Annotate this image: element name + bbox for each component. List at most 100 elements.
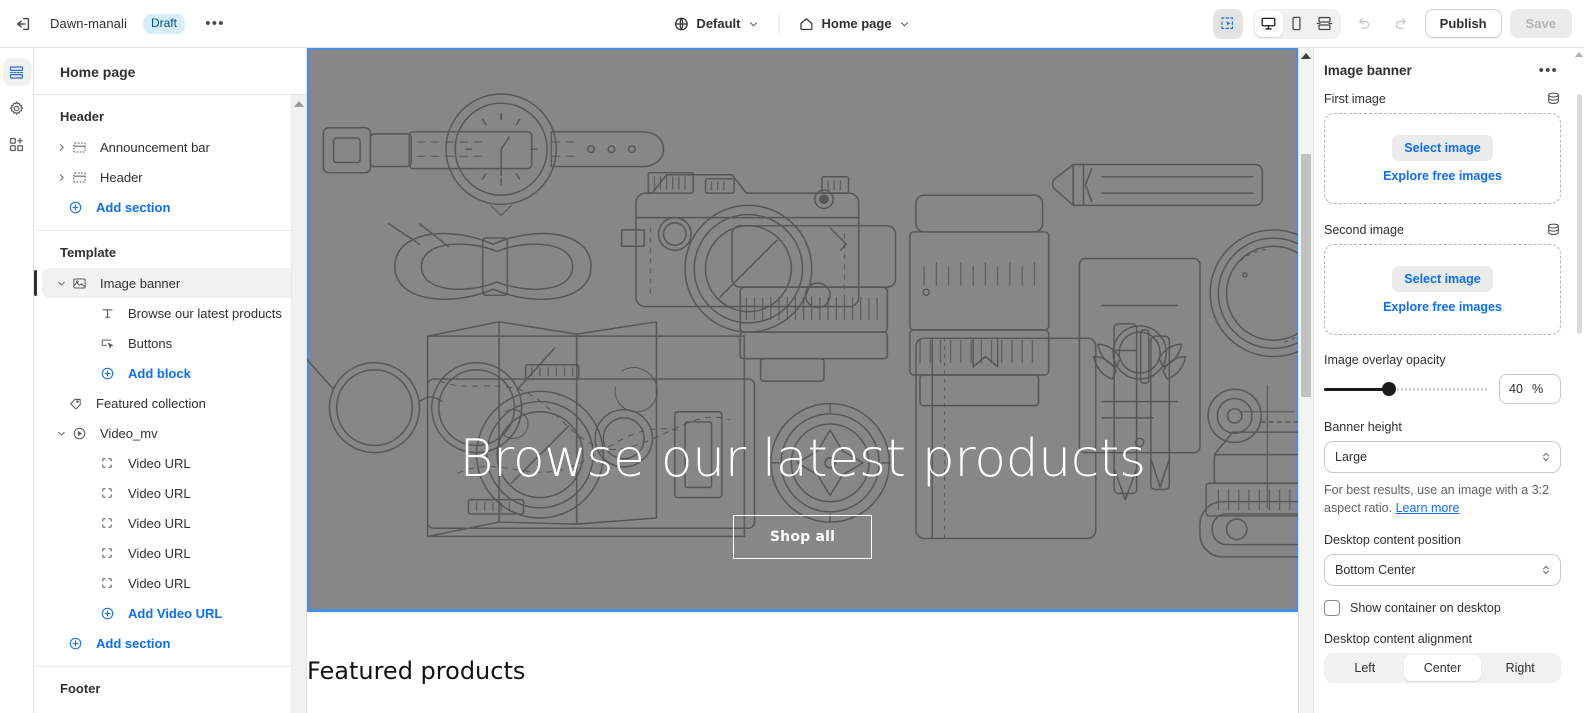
- sidebar-item-header[interactable]: Header: [42, 162, 298, 192]
- sidebar-item-label: Video URL: [128, 485, 191, 501]
- more-options-button[interactable]: •••: [201, 10, 229, 38]
- panel-title: Image banner: [1324, 63, 1412, 78]
- chevron-right-icon[interactable]: [54, 142, 68, 153]
- settings-panel-scrollbar-thumb[interactable]: [1577, 94, 1582, 334]
- scroll-up-arrow-icon[interactable]: [1575, 52, 1583, 57]
- chevron-down-icon: [899, 18, 911, 30]
- block-icon: [100, 546, 120, 560]
- rail-sections-button[interactable]: [2, 58, 31, 86]
- overlay-opacity-row: %: [1324, 374, 1561, 404]
- page-selector[interactable]: Home page: [789, 11, 919, 37]
- settings-panel-header: Image banner •••: [1314, 48, 1575, 91]
- exit-icon[interactable]: [8, 9, 38, 39]
- block-icon: [100, 456, 120, 470]
- chevron-down-icon[interactable]: [54, 428, 68, 439]
- redo-icon[interactable]: [1387, 9, 1417, 39]
- home-icon: [798, 16, 814, 32]
- dynamic-source-icon[interactable]: [1546, 222, 1561, 237]
- sidebar-block-video-url[interactable]: Video URL: [42, 478, 298, 508]
- align-right-button[interactable]: Right: [1481, 655, 1559, 681]
- sidebar-item-featured-collection[interactable]: Featured collection: [42, 388, 298, 418]
- shop-all-button[interactable]: Shop all: [732, 515, 873, 559]
- block-icon: [100, 576, 120, 590]
- select-first-image-button[interactable]: Select image: [1392, 134, 1493, 161]
- add-section-button-template[interactable]: Add section: [42, 628, 298, 658]
- sidebar-block-buttons[interactable]: Buttons: [42, 328, 298, 358]
- chevron-down-icon[interactable]: [54, 278, 68, 289]
- show-container-row[interactable]: Show container on desktop: [1324, 600, 1561, 617]
- rail-settings-button[interactable]: [3, 94, 31, 122]
- featured-products-section[interactable]: Featured products: [307, 611, 1298, 685]
- image-icon: [72, 276, 92, 291]
- banner-heading[interactable]: Browse our latest products: [459, 429, 1146, 489]
- inspect-selection-icon[interactable]: [1212, 8, 1243, 39]
- banner-height-field: Banner height Large For best results, us…: [1314, 420, 1575, 517]
- viewport-desktop-button[interactable]: [1254, 10, 1283, 37]
- banner-height-header: Banner height: [1324, 420, 1561, 434]
- scroll-up-arrow-icon[interactable]: [294, 101, 304, 107]
- sidebar-item-image-banner[interactable]: Image banner: [34, 268, 298, 298]
- sidebar-item-label: Video URL: [128, 575, 191, 591]
- explore-free-images-link-second[interactable]: Explore free images: [1383, 300, 1502, 314]
- align-center-button[interactable]: Center: [1403, 655, 1482, 682]
- overlay-opacity-number-box[interactable]: %: [1499, 374, 1561, 404]
- select-second-image-button[interactable]: Select image: [1392, 265, 1493, 292]
- overlay-opacity-slider[interactable]: [1324, 381, 1487, 397]
- add-video-url-button[interactable]: Add Video URL: [42, 598, 298, 628]
- align-left-button[interactable]: Left: [1326, 655, 1404, 681]
- editor-body: Home page Header Announcement bar Header…: [0, 48, 1584, 713]
- content-position-header: Desktop content position: [1324, 533, 1561, 547]
- sidebar-block-video-url[interactable]: Video URL: [42, 508, 298, 538]
- viewport-fullwidth-button[interactable]: [1311, 11, 1339, 37]
- first-image-dropzone[interactable]: Select image Explore free images: [1324, 113, 1561, 204]
- slider-filled-track: [1324, 387, 1390, 391]
- preview-scrollbar[interactable]: [1298, 48, 1313, 713]
- sidebar-scrollbar[interactable]: [291, 95, 306, 713]
- theme-selector-label: Default: [696, 16, 741, 31]
- add-section-button-footer[interactable]: Add section: [42, 704, 298, 713]
- banner-height-helper: For best results, use an image with a 3:…: [1324, 481, 1561, 517]
- image-overlay-opacity-field: Image overlay opacity %: [1314, 353, 1575, 404]
- panel-more-button[interactable]: •••: [1536, 62, 1561, 79]
- top-bar-center: Default Home page: [664, 11, 919, 37]
- explore-free-images-link-first[interactable]: Explore free images: [1383, 169, 1502, 183]
- sidebar-item-announcement-bar[interactable]: Announcement bar: [42, 132, 298, 162]
- undo-icon[interactable]: [1349, 9, 1379, 39]
- desktop-content-position-select[interactable]: Bottom Center: [1324, 554, 1561, 587]
- save-button[interactable]: Save: [1509, 9, 1572, 38]
- settings-panel-scrollbar[interactable]: [1575, 48, 1584, 713]
- preview-scrollbar-thumb[interactable]: [1301, 154, 1311, 397]
- plus-circle-icon: [100, 366, 120, 381]
- publish-button[interactable]: Publish: [1424, 9, 1502, 38]
- second-image-dropzone[interactable]: Select image Explore free images: [1324, 244, 1561, 335]
- chevron-right-icon[interactable]: [54, 172, 68, 183]
- sidebar-item-video-mv[interactable]: Video_mv: [42, 418, 298, 448]
- dynamic-source-icon[interactable]: [1546, 91, 1561, 106]
- theme-selector[interactable]: Default: [664, 11, 768, 37]
- sidebar-item-label: Add Video URL: [128, 605, 223, 621]
- add-block-button[interactable]: Add block: [42, 358, 298, 388]
- content-alignment-header: Desktop content alignment: [1324, 632, 1561, 646]
- sidebar-group-title: Footer: [60, 681, 101, 696]
- slider-knob[interactable]: [1382, 382, 1397, 396]
- sidebar-block-video-url[interactable]: Video URL: [42, 568, 298, 598]
- sidebar-block-video-url[interactable]: Video URL: [42, 538, 298, 568]
- show-container-checkbox[interactable]: [1324, 600, 1340, 617]
- sidebar-item-label: Add section: [96, 635, 171, 651]
- banner-height-select[interactable]: Large: [1324, 441, 1561, 473]
- sidebar-item-label: Announcement bar: [100, 139, 210, 155]
- plus-circle-icon: [68, 636, 88, 651]
- sidebar-block-heading[interactable]: Browse our latest products: [42, 298, 298, 328]
- second-image-field: Second image Select image Explore free i…: [1314, 222, 1575, 335]
- learn-more-link[interactable]: Learn more: [1396, 501, 1460, 515]
- add-section-button-header[interactable]: Add section: [42, 192, 298, 222]
- image-banner-section[interactable]: Browse our latest products Shop all: [307, 48, 1298, 612]
- preview-canvas: Browse our latest products Shop all Feat…: [307, 48, 1313, 713]
- viewport-mobile-button[interactable]: [1283, 11, 1311, 37]
- sidebar-item-label: Video URL: [128, 515, 191, 531]
- rail-apps-button[interactable]: [3, 130, 31, 158]
- overlay-opacity-input[interactable]: [1500, 382, 1532, 396]
- section-icon: [72, 170, 92, 185]
- sidebar-block-video-url[interactable]: Video URL: [42, 448, 298, 478]
- scroll-up-arrow-icon[interactable]: [1301, 53, 1311, 59]
